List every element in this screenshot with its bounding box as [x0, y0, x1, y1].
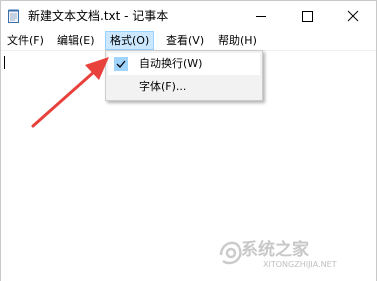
text-caret	[4, 56, 5, 69]
menu-format[interactable]: 格式(O)	[105, 31, 155, 50]
notepad-window: 新建文本文档.txt - 记事本 文件(F) 编辑(E) 格式(O) 查看(V)…	[0, 0, 377, 281]
minimize-icon	[256, 16, 266, 17]
close-button[interactable]	[330, 1, 376, 31]
menu-bar: 文件(F) 编辑(E) 格式(O) 查看(V) 帮助(H)	[1, 31, 376, 51]
window-title: 新建文本文档.txt - 记事本	[28, 9, 169, 23]
menu-item-font[interactable]: 字体(F)...	[108, 76, 260, 98]
notepad-icon	[8, 9, 19, 23]
checkmark-icon	[114, 57, 128, 71]
title-bar[interactable]: 新建文本文档.txt - 记事本	[1, 1, 376, 31]
minimize-button[interactable]	[238, 1, 284, 31]
watermark-text: 系统之家	[241, 240, 309, 260]
watermark-url: XITONGZHIJIA.NET	[263, 260, 337, 269]
menu-item-word-wrap[interactable]: 自动换行(W)	[108, 53, 260, 75]
menu-edit[interactable]: 编辑(E)	[53, 31, 99, 50]
close-icon	[347, 10, 359, 22]
word-wrap-label: 自动换行(W)	[139, 57, 203, 70]
menu-help[interactable]: 帮助(H)	[214, 31, 261, 50]
maximize-button[interactable]	[284, 1, 330, 31]
menu-view[interactable]: 查看(V)	[162, 31, 208, 50]
format-menu-dropdown: 自动换行(W) 字体(F)...	[105, 50, 263, 101]
red-arrow-annotation	[31, 57, 109, 128]
menu-file[interactable]: 文件(F)	[3, 31, 48, 50]
font-label: 字体(F)...	[139, 80, 187, 93]
maximize-icon	[302, 11, 313, 22]
